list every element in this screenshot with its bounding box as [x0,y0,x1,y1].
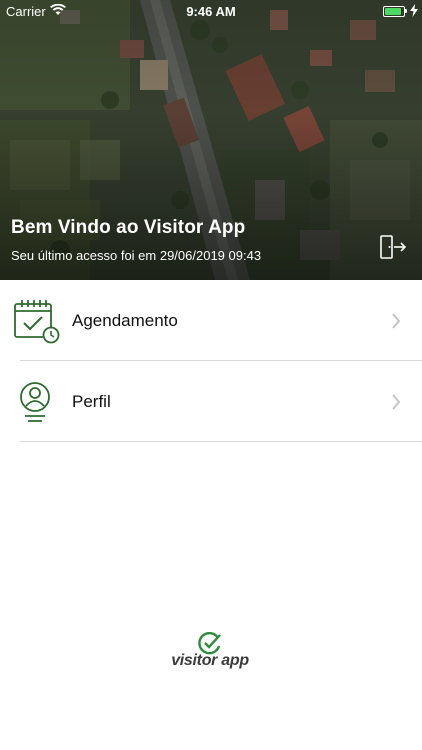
menu-item-label: Agendamento [72,311,178,330]
menu-item-perfil[interactable]: Perfil [0,361,422,442]
clock: 9:46 AM [186,4,236,19]
main-menu: Agendamento Perfil [0,280,422,442]
logout-button[interactable] [378,233,408,263]
brand-logo: visitor app [160,630,260,676]
header-banner: Carrier 9:46 AM Bem Vindo ao Visitor App… [0,0,422,280]
logout-icon [380,235,407,259]
charging-bolt-icon [410,4,418,20]
chevron-right-icon [391,394,401,415]
calendar-check-icon [12,297,60,345]
battery-icon [383,6,405,17]
menu-item-label: Perfil [72,392,111,411]
battery-tip [405,9,407,13]
chevron-right-icon [391,313,401,334]
menu-item-agendamento[interactable]: Agendamento [0,280,422,361]
welcome-title: Bem Vindo ao Visitor App [11,217,246,238]
divider [20,441,422,442]
last-access-text: Seu último acesso foi em 29/06/2019 09:4… [11,248,262,263]
brand-name: visitor app [171,652,249,669]
status-bar: Carrier 9:46 AM [0,0,422,22]
user-profile-icon [12,378,60,426]
